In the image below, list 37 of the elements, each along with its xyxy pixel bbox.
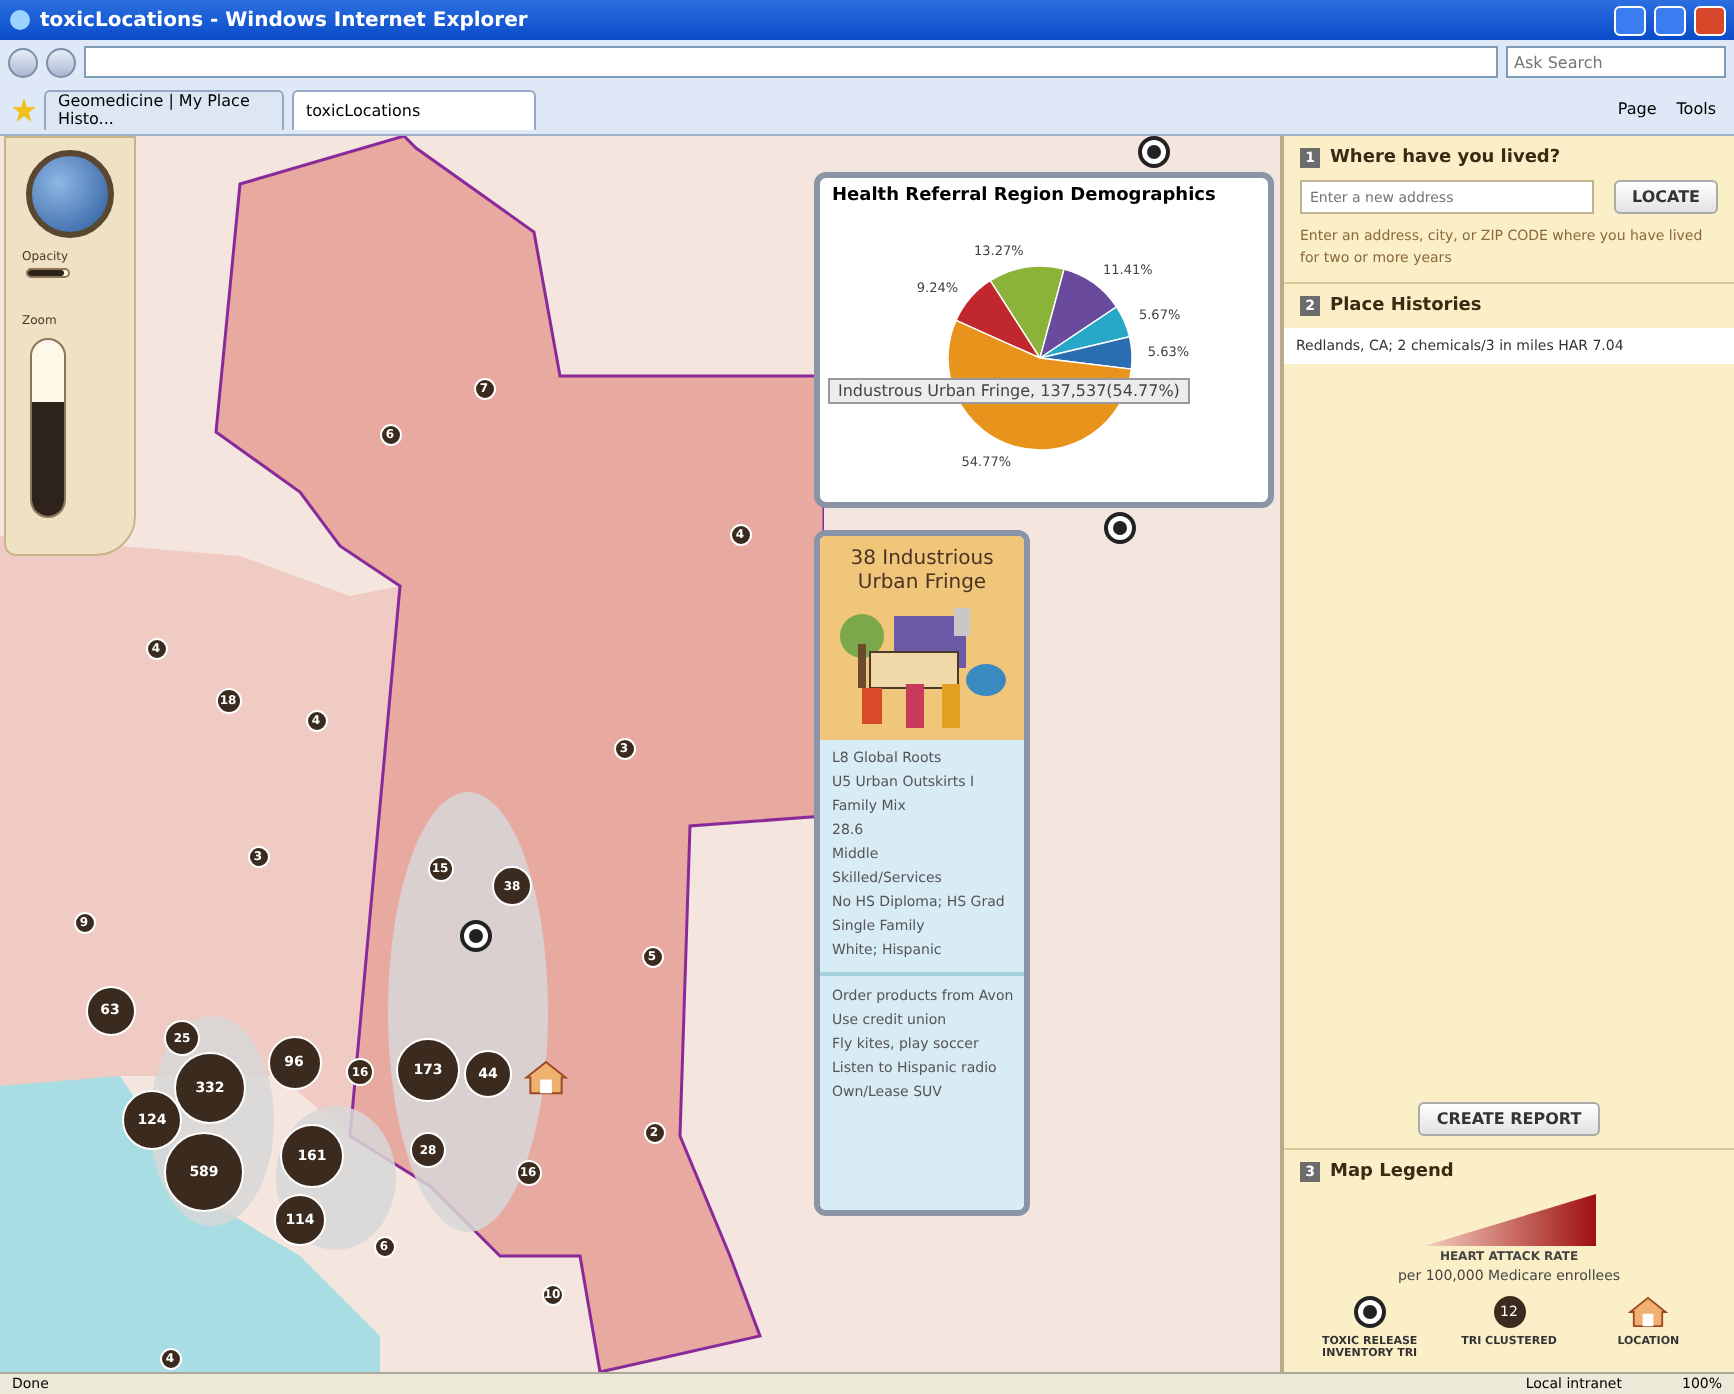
pie-slice[interactable] [989,265,1065,359]
tri-target-icon[interactable] [1104,512,1136,544]
window-title: toxicLocations - Windows Internet Explorer [40,9,530,31]
target-icon [1353,1296,1386,1328]
maximize-button[interactable] [1654,5,1686,35]
chart-title: Health Referral Region Demographics [830,184,1218,210]
globe-icon[interactable] [26,150,114,238]
section-title: Map Legend [1330,1162,1454,1182]
map-view[interactable] [0,136,1280,1372]
search-field[interactable]: Ask Search [1506,46,1726,78]
pie-slice[interactable] [955,279,1041,359]
close-button[interactable] [1694,5,1726,35]
minimize-button[interactable] [1614,5,1646,35]
segment-title: 38 Industrious Urban Fringe [848,548,996,596]
tri-target-icon[interactable] [460,920,492,952]
opacity-slider[interactable] [26,268,70,278]
tri-target-icon[interactable] [1138,136,1170,168]
section-title: Place Histories [1330,296,1482,316]
chart-tooltip: Industrous Urban Fringe, 137,537(54.77%) [828,378,1190,404]
forward-button[interactable] [46,47,76,77]
address-field[interactable] [84,46,1498,78]
house-icon [1628,1296,1669,1328]
zoom-fill[interactable] [32,401,64,516]
star-icon[interactable] [12,97,36,121]
locate-button[interactable]: LOCATE [1614,180,1718,214]
back-button[interactable] [8,47,38,77]
browser-logo-icon [8,8,32,32]
command-button[interactable]: Page [1611,100,1663,118]
browser-tab[interactable]: Geomedicine | My Place Histo... [44,89,284,129]
create-report-button[interactable]: CREATE REPORT [1418,1102,1600,1136]
pie-slice[interactable] [1039,336,1133,370]
house-icon [524,1060,568,1096]
section-title: Where have you lived? [1330,148,1561,168]
browser-tab[interactable]: toxicLocations [292,89,536,129]
zoom-slider[interactable] [30,338,66,518]
command-button[interactable]: Tools [1670,100,1722,118]
pie-slice[interactable] [1039,306,1131,359]
